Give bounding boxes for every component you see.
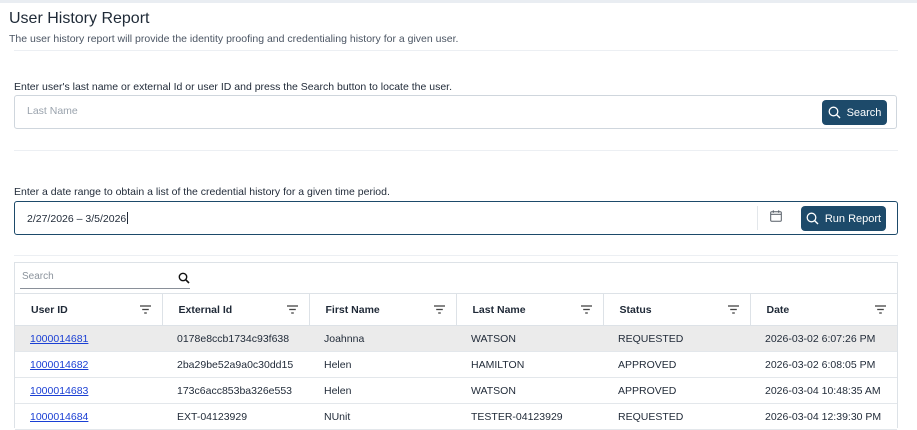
status-cell: REQUESTED: [603, 325, 750, 352]
filter-icon[interactable]: [433, 305, 445, 317]
page-subtitle: The user history report will provide the…: [9, 33, 459, 45]
user-id-link[interactable]: 1000014681: [30, 333, 88, 345]
status-cell: APPROVED: [603, 377, 750, 404]
status-cell: APPROVED: [603, 351, 750, 378]
table-row[interactable]: 1000014682 2ba29be52a9a0c30dd15 Helen HA…: [15, 351, 897, 378]
filter-icon[interactable]: [580, 305, 592, 317]
filter-icon[interactable]: [875, 305, 886, 317]
user-id-link[interactable]: 1000014682: [30, 359, 88, 371]
column-header-external-id[interactable]: External Id: [162, 293, 310, 326]
calendar-button[interactable]: [757, 206, 794, 230]
column-header-last-name[interactable]: Last Name: [456, 293, 604, 326]
results-table: User ID External Id First Name Last Name…: [15, 293, 897, 430]
first-name-cell: Helen: [309, 351, 456, 378]
date-range-field[interactable]: 2/27/2026 – 3/5/2026 Run Report: [14, 201, 898, 235]
search-box: Search: [14, 95, 897, 129]
divider: [14, 50, 898, 51]
page-title: User History Report: [9, 10, 150, 27]
last-name-cell: WATSON: [456, 377, 603, 404]
table-row[interactable]: 1000014684 EXT-04123929 NUnit TESTER-041…: [15, 403, 897, 430]
column-header-user-id[interactable]: User ID: [15, 293, 163, 326]
table-row[interactable]: 1000014681 0178e8ccb1734c93f638 Joahnna …: [15, 325, 897, 352]
filter-icon[interactable]: [727, 305, 739, 317]
run-report-label: Run Report: [824, 212, 882, 225]
first-name-cell: NUnit: [309, 403, 456, 430]
first-name-cell: Helen: [309, 377, 456, 404]
external-id-cell: 173c6acc853ba326e553: [162, 377, 309, 404]
last-name-cell: WATSON: [456, 325, 603, 352]
user-id-cell: 1000014683: [15, 377, 162, 404]
date-cell: 2026-03-02 6:08:05 PM: [750, 351, 897, 378]
calendar-icon: [770, 209, 782, 227]
search-icon: [806, 212, 819, 225]
user-id-cell: 1000014684: [15, 403, 162, 430]
status-cell: REQUESTED: [603, 403, 750, 430]
search-button-label: Search: [846, 106, 882, 119]
search-icon[interactable]: [178, 271, 190, 289]
table-row[interactable]: 1000014683 173c6acc853ba326e553 Helen WA…: [15, 377, 897, 404]
external-id-cell: 0178e8ccb1734c93f638: [162, 325, 309, 352]
user-id-link[interactable]: 1000014684: [30, 411, 88, 423]
date-cell: 2026-03-02 6:07:26 PM: [750, 325, 897, 352]
last-name-input[interactable]: [25, 104, 809, 118]
divider: [14, 255, 898, 256]
grid-search: [20, 268, 190, 289]
user-id-cell: 1000014681: [15, 325, 162, 352]
divider: [14, 150, 898, 151]
user-id-cell: 1000014682: [15, 351, 162, 378]
filter-icon[interactable]: [286, 305, 298, 317]
search-prompt: Enter user's last name or external Id or…: [14, 81, 452, 93]
text-cursor: [127, 212, 129, 224]
grid-search-input[interactable]: [20, 270, 169, 283]
user-id-link[interactable]: 1000014683: [30, 385, 88, 397]
last-name-cell: TESTER-04123929: [456, 403, 603, 430]
column-header-date[interactable]: Date: [750, 293, 897, 326]
search-button[interactable]: Search: [822, 100, 887, 125]
column-header-first-name[interactable]: First Name: [309, 293, 457, 326]
external-id-cell: EXT-04123929: [162, 403, 309, 430]
results-grid: User ID External Id First Name Last Name…: [14, 262, 898, 430]
table-header-row: User ID External Id First Name Last Name…: [15, 293, 897, 326]
date-cell: 2026-03-04 10:48:35 AM: [750, 377, 897, 404]
date-range-value: 2/27/2026 – 3/5/2026: [27, 212, 129, 225]
column-header-status[interactable]: Status: [603, 293, 751, 326]
filter-icon[interactable]: [139, 305, 151, 317]
external-id-cell: 2ba29be52a9a0c30dd15: [162, 351, 309, 378]
date-range-prompt: Enter a date range to obtain a list of t…: [14, 186, 390, 198]
first-name-cell: Joahnna: [309, 325, 456, 352]
run-report-button[interactable]: Run Report: [801, 206, 886, 231]
top-border: [0, 0, 917, 3]
date-cell: 2026-03-04 12:39:30 PM: [750, 403, 897, 430]
last-name-cell: HAMILTON: [456, 351, 603, 378]
search-icon: [828, 106, 841, 119]
